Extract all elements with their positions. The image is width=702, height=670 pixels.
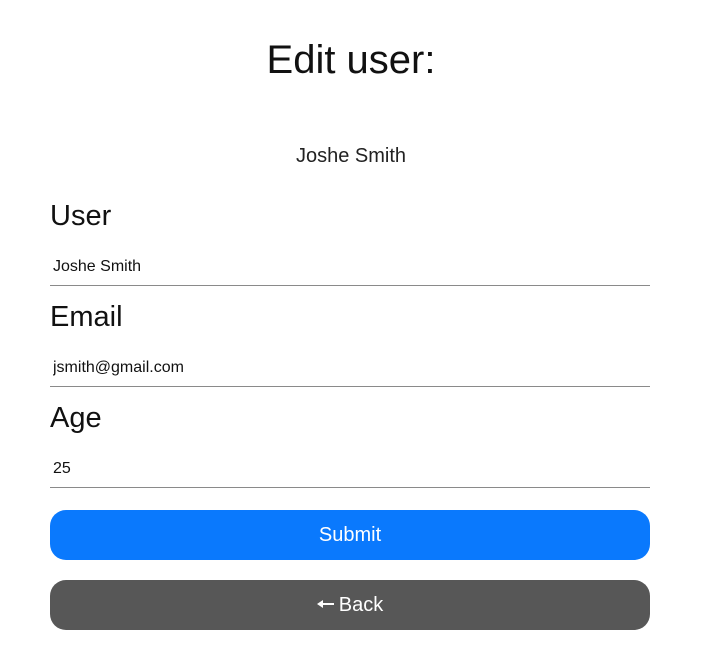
page-title: Edit user: bbox=[266, 38, 436, 82]
back-button-label: Back bbox=[338, 594, 384, 616]
email-field-label: Email bbox=[50, 301, 123, 333]
email-field-group: Email bbox=[50, 297, 650, 398]
edit-user-form: User Email Age bbox=[50, 196, 650, 499]
edit-user-page: Edit user: Joshe Smith User Email Age Su… bbox=[0, 0, 702, 670]
user-field-label: User bbox=[50, 200, 112, 232]
back-button[interactable]: Back bbox=[50, 580, 650, 630]
submit-button[interactable]: Submit bbox=[50, 510, 650, 560]
email-input[interactable] bbox=[50, 349, 650, 387]
user-input[interactable] bbox=[50, 248, 650, 286]
user-field-group: User bbox=[50, 196, 650, 297]
left-arrow-icon bbox=[316, 580, 335, 630]
age-field-group: Age bbox=[50, 398, 650, 499]
submit-button-label: Submit bbox=[318, 524, 382, 546]
age-field-label: Age bbox=[50, 402, 102, 434]
age-input[interactable] bbox=[50, 450, 650, 488]
user-name-display: Joshe Smith bbox=[295, 145, 407, 167]
